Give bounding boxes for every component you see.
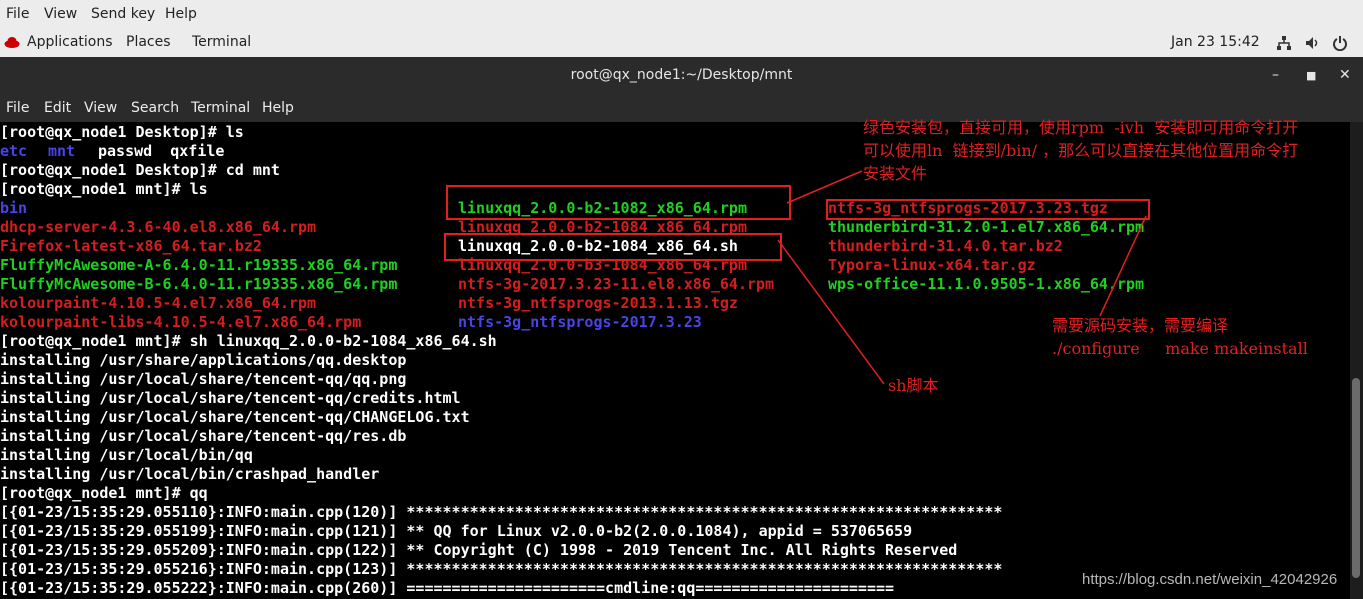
watermark: https://blog.csdn.net/weixin_42042926 (1082, 571, 1338, 588)
annotation-source-install: 需要源码安装，需要编译 ./configure make makeinstall (1052, 316, 1308, 358)
annotation-arrows (777, 170, 1147, 385)
annotation-green-package: 绿色安装包，直接可用，使用rpm -ivh 安装即可用命令打开 可以使用ln 链… (863, 118, 1299, 183)
annotation-sh-script: sh脚本 (888, 376, 939, 395)
